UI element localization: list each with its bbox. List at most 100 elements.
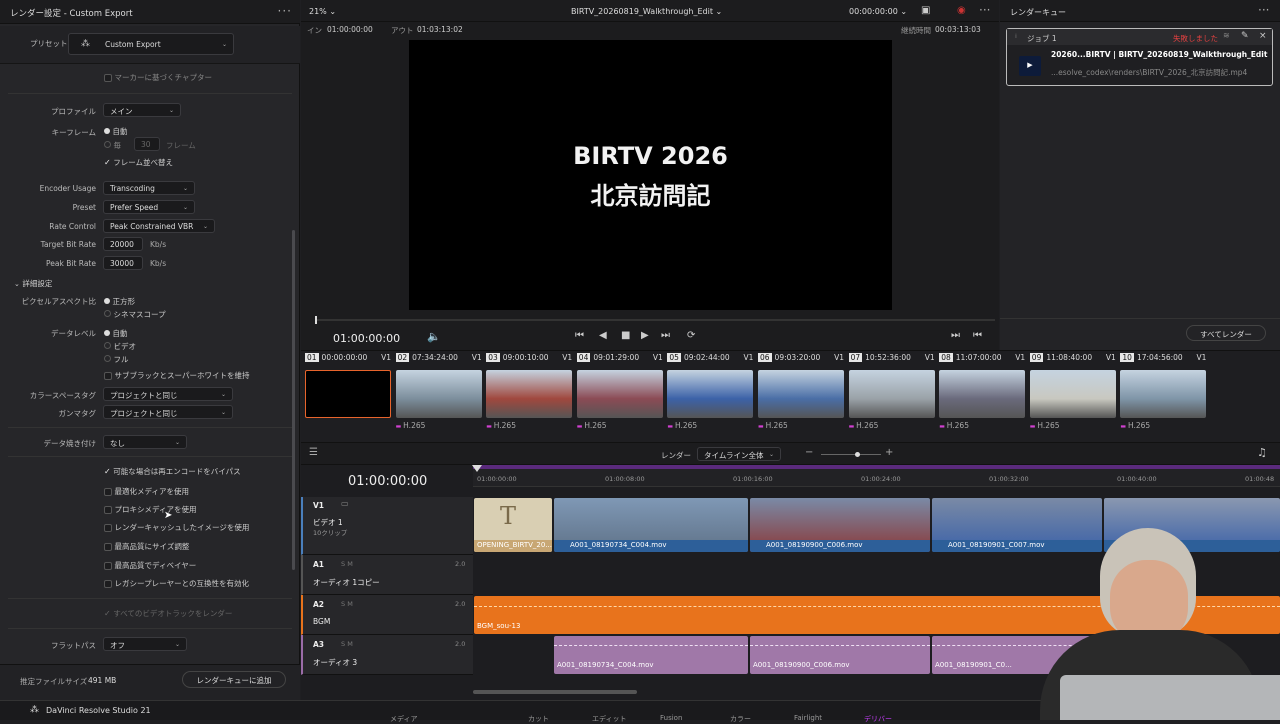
music-note-icon[interactable]: ♫ — [1257, 446, 1267, 459]
legacy-row[interactable]: レガシープレーヤーとの互換性を有効化 — [104, 578, 249, 589]
stop-icon[interactable]: ■ — [621, 330, 630, 341]
page-media[interactable]: メディア — [390, 714, 418, 724]
clip-thumbnail[interactable]: 09 11:08:40:00 V1 ▬ H.265 — [1029, 353, 1118, 441]
clip-thumbnail-image[interactable] — [667, 370, 754, 418]
page-color[interactable]: カラー — [730, 714, 751, 724]
preset-dropdown[interactable]: ⁂ Custom Export ⌄ — [68, 33, 234, 55]
video-clip[interactable]: A001_08190900_C006.mov — [750, 498, 930, 552]
data-burn-dropdown[interactable]: なし ⌄ — [103, 435, 187, 449]
data-level-auto-option[interactable]: 自動 — [104, 328, 128, 339]
title-clip[interactable]: T OPENING_BIRTV_20... — [474, 498, 552, 552]
rate-control-dropdown[interactable]: Peak Constrained VBR ⌄ — [103, 219, 215, 233]
add-to-queue-button[interactable]: レンダーキューに追加 — [182, 671, 286, 688]
clip-thumbnail-image[interactable] — [848, 370, 935, 418]
data-level-video-option[interactable]: ビデオ — [104, 341, 136, 352]
play-icon[interactable]: ▶ — [641, 330, 649, 341]
skip-end-icon[interactable]: ⏭ — [661, 330, 670, 341]
queue-more-icon[interactable]: ··· — [1258, 3, 1269, 17]
render-cache-row[interactable]: レンダーキャッシュしたイメージを使用 — [104, 522, 249, 533]
prev-clip-icon[interactable]: ⏮ — [973, 330, 982, 341]
more-options-icon[interactable]: ··· — [278, 4, 292, 18]
gamma-dropdown[interactable]: プロジェクトと同じ ⌄ — [103, 405, 233, 419]
zoom-slider[interactable] — [821, 452, 881, 457]
render-all-button[interactable]: すべてレンダー — [1186, 325, 1266, 341]
clip-thumbnail[interactable]: 02 07:34:24:00 V1 ▬ H.265 — [395, 353, 484, 441]
pixel-square-option[interactable]: 正方形 — [104, 296, 135, 307]
timeline-options-icon[interactable]: ☰ — [309, 447, 318, 458]
optimized-row[interactable]: 最適化メディアを使用 — [104, 486, 189, 497]
clip-thumbnail-image[interactable] — [1120, 370, 1207, 418]
clip-thumbnail[interactable]: 05 09:02:44:00 V1 ▬ H.265 — [667, 353, 755, 441]
scrollbar[interactable] — [292, 230, 295, 570]
volume-icon[interactable]: 🔈 — [427, 330, 441, 343]
track-a2-header[interactable]: A2 S M 2.0 BGM — [301, 595, 473, 635]
pixel-cinemascope-option[interactable]: シネマスコープ — [104, 309, 166, 320]
subblack-row[interactable]: サブブラックとスーパーホワイトを維持 — [104, 370, 249, 381]
solo-button[interactable]: S M — [341, 640, 353, 648]
playhead-marker[interactable] — [472, 465, 482, 472]
max-resize-row[interactable]: 最高品質にサイズ調整 — [104, 541, 189, 552]
clip-thumbnail[interactable]: 08 11:07:00:00 V1 ▬ H.265 — [939, 353, 1027, 441]
clip-thumbnail-image[interactable] — [305, 370, 391, 418]
bypass-row[interactable]: ✓ 可能な場合は再エンコードをバイパス — [104, 466, 241, 477]
viewer-more-icon[interactable]: ··· — [979, 3, 990, 17]
timeline-scrollbar[interactable] — [473, 690, 637, 694]
clip-thumbnail[interactable]: 06 09:03:20:00 V1 ▬ H.265 — [758, 353, 846, 441]
page-fairlight[interactable]: Fairlight — [794, 714, 822, 722]
all-video-tracks-row[interactable]: ✓ すべてのビデオトラックをレンダー — [104, 608, 232, 619]
timeline-ruler[interactable]: 01:00:00:00 01:00:08:00 01:00:16:00 01:0… — [472, 465, 1280, 487]
keyframe-every-input[interactable]: 30 — [134, 137, 160, 151]
clip-thumbnail-image[interactable] — [1029, 370, 1116, 418]
clip-thumbnail-image[interactable] — [758, 370, 844, 418]
display-options-icon[interactable]: ▣ — [921, 5, 930, 16]
zoom-slider-handle[interactable] — [855, 452, 860, 457]
color-space-dropdown[interactable]: プロジェクトと同じ ⌄ — [103, 387, 233, 401]
page-edit[interactable]: エディット — [592, 714, 627, 724]
skip-start-icon[interactable]: ⏮ — [575, 330, 584, 341]
advanced-settings-toggle[interactable]: ⌄ 詳細設定 — [14, 278, 52, 289]
clip-thumbnail[interactable]: 07 10:52:36:00 V1 ▬ H.265 — [848, 353, 937, 441]
keyframe-auto-option[interactable]: 自動 — [104, 126, 128, 137]
audio-clip[interactable]: A001_08190734_C004.mov — [554, 636, 748, 674]
page-fusion[interactable]: Fusion — [660, 714, 682, 722]
zoom-out-icon[interactable]: − — [805, 447, 813, 458]
clip-thumbnail-image[interactable] — [576, 370, 663, 418]
render-range-bar[interactable] — [473, 465, 1280, 469]
page-deliver[interactable]: デリバー — [864, 714, 892, 724]
zoom-dropdown[interactable]: 21% ⌄ — [309, 7, 336, 16]
drag-handle-icon[interactable]: ⁞ — [1015, 33, 1017, 40]
reverse-play-icon[interactable]: ◀ — [599, 330, 607, 341]
next-clip-icon[interactable]: ⏭ — [951, 330, 960, 341]
page-cut[interactable]: カット — [528, 714, 549, 724]
target-bitrate-input[interactable]: 20000 — [103, 237, 143, 251]
clip-thumbnail-image[interactable] — [395, 370, 482, 418]
encoder-usage-dropdown[interactable]: Transcoding ⌄ — [103, 181, 195, 195]
peak-bitrate-input[interactable]: 30000 — [103, 256, 143, 270]
proxy-row[interactable]: プロキシメディアを使用 — [104, 504, 197, 515]
data-level-full-option[interactable]: フル — [104, 354, 129, 365]
zoom-in-icon[interactable]: + — [885, 447, 893, 458]
clip-thumbnail[interactable]: 10 17:04:56:00 V1 ▬ H.265 — [1120, 353, 1208, 441]
marker-chapter-checkbox[interactable] — [104, 73, 112, 82]
track-lock-icon[interactable]: ▭ — [341, 499, 349, 508]
clip-thumbnail-image[interactable] — [486, 370, 573, 418]
track-v1-header[interactable]: V1 ▭ ビデオ 1 10クリップ — [301, 497, 473, 555]
video-preview[interactable]: BIRTV 2026 北京訪問記 — [409, 40, 892, 310]
frame-reorder-row[interactable]: ✓ フレーム並べ替え — [104, 157, 173, 168]
clip-thumbnail[interactable]: 03 09:00:10:00 V1 ▬ H.265 — [486, 353, 574, 441]
speed-preset-dropdown[interactable]: Prefer Speed ⌄ — [103, 200, 195, 214]
video-clip[interactable]: A001_08190734_C004.mov — [554, 498, 748, 552]
clip-thumbnail[interactable]: 04 09:01:29:00 V1 ▬ H.265 — [576, 353, 665, 441]
track-a3-header[interactable]: A3 S M 2.0 オーディオ 3 — [301, 635, 473, 675]
solo-button[interactable]: S M — [341, 600, 353, 608]
flat-pass-dropdown[interactable]: オフ ⌄ — [103, 637, 187, 651]
clip-thumbnail-image[interactable] — [939, 370, 1026, 418]
edit-icon[interactable]: ✎ — [1241, 31, 1249, 41]
render-scope-dropdown[interactable]: タイムライン全体 ⌄ — [697, 447, 781, 461]
track-a1-header[interactable]: A1 S M 2.0 オーディオ 1コピー — [301, 555, 473, 595]
max-debayer-row[interactable]: 最高品質でディベイヤー — [104, 560, 196, 571]
loop-icon[interactable]: ⟳ — [687, 330, 695, 341]
audio-clip[interactable]: A001_08190900_C006.mov — [750, 636, 930, 674]
keyframe-every-option[interactable]: 毎 — [104, 140, 121, 151]
marker-chapter-row[interactable]: マーカーに基づくチャプター — [104, 72, 212, 83]
